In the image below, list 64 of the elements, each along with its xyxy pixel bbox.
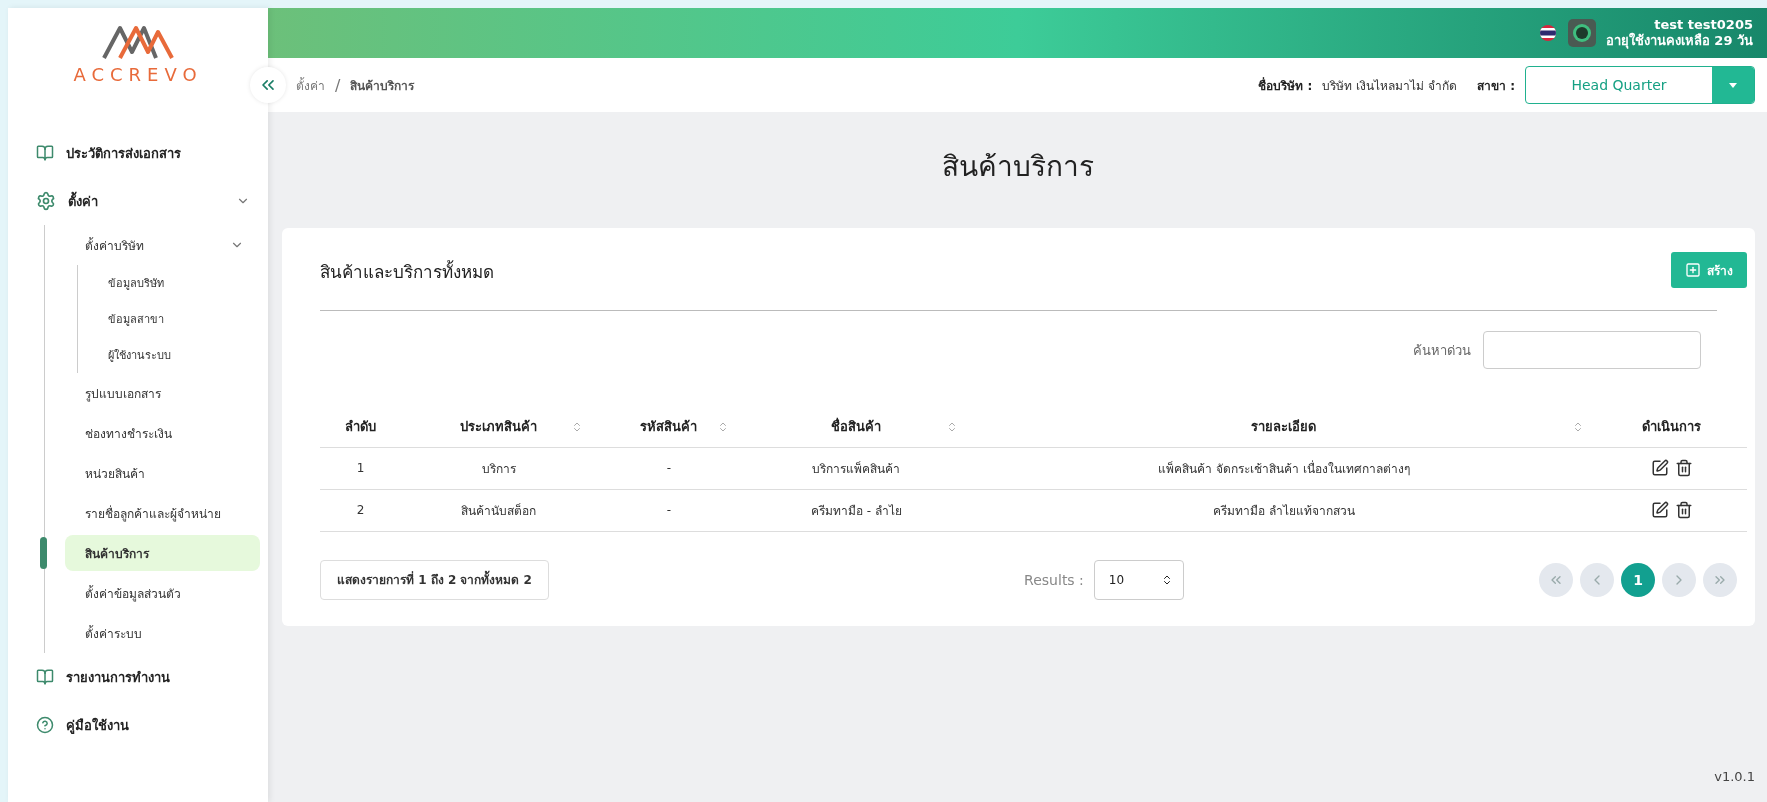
column-header: ดำเนินการ xyxy=(1596,407,1747,447)
delete-icon[interactable] xyxy=(1674,501,1693,519)
sidebar-item[interactable]: รายงานการทำงาน xyxy=(8,653,268,701)
sidebar-subitem[interactable]: ข้อมูลสาขา xyxy=(78,301,268,337)
table-cell: 2 xyxy=(320,489,402,531)
pagination-button[interactable] xyxy=(1580,562,1614,597)
search-label: ค้นหาด่วน xyxy=(1413,341,1471,360)
book-icon xyxy=(36,144,54,162)
table-cell: แพ็คสินค้า จัดกระเช้าสินค้า เนื่องในเทศกาลต่างๆ xyxy=(971,447,1597,489)
table-cell: - xyxy=(596,447,742,489)
table-cell: บริการ xyxy=(401,447,597,489)
table-cell: ครีมทามือ ลำไยแท้จากสวน xyxy=(971,489,1597,531)
book-icon xyxy=(36,668,54,686)
version-text: v1.0.1 xyxy=(1713,769,1756,786)
delete-icon[interactable] xyxy=(1674,459,1693,477)
column-header[interactable]: ประเภทสินค้า xyxy=(401,407,597,447)
breadcrumb-link[interactable]: ตั้งค่า xyxy=(296,75,325,95)
caret-icon xyxy=(1729,82,1737,88)
page-title: สินค้าบริการ xyxy=(940,149,1095,185)
pagination-button[interactable] xyxy=(1703,562,1737,597)
sidebar-item[interactable]: ตั้งค่า xyxy=(8,177,268,225)
sidebar-subitem[interactable]: ตั้งค่าข้อมูลส่วนตัว xyxy=(65,575,260,611)
coin-icon xyxy=(1567,19,1596,47)
sidebar-subitem[interactable]: ช่องทางชำระเงิน xyxy=(65,415,260,451)
sidebar-subitem[interactable]: ผู้ใช้งานระบบ xyxy=(78,337,268,373)
edit-icon[interactable] xyxy=(1650,501,1669,519)
results-select[interactable]: 10 xyxy=(1093,559,1184,600)
user-name: test test0205 xyxy=(1654,17,1753,32)
plus-square-icon xyxy=(1685,262,1701,278)
company-label: ชื่อบริษัท : xyxy=(1258,76,1313,95)
results-label: Results : xyxy=(1024,571,1084,588)
sidebar-subitem[interactable]: ข้อมูลบริษัท xyxy=(78,265,268,301)
card-title: สินค้าและบริการทั้งหมด xyxy=(320,259,494,284)
breadcrumb-separator: / xyxy=(335,75,341,95)
table-cell: ครีมทามือ - ลำไย xyxy=(741,489,971,531)
pagination-button[interactable] xyxy=(1539,562,1573,597)
column-header: ลำดับ xyxy=(320,407,402,447)
sidebar-subitem[interactable]: ตั้งค่าระบบ xyxy=(65,615,260,651)
settings-icon xyxy=(36,191,56,211)
selection-bar xyxy=(40,537,47,569)
sidebar-subitem[interactable]: รูปแบบเอกสาร xyxy=(65,375,260,411)
table-cell: บริการแพ็คสินค้า xyxy=(741,447,971,489)
sidebar-subitem[interactable]: รายชื่อลูกค้าและผู้จำหน่าย xyxy=(65,495,260,531)
column-header[interactable]: ชื่อสินค้า xyxy=(741,407,971,447)
column-header[interactable]: รหัสสินค้า xyxy=(596,407,742,447)
branch-label: สาขา : xyxy=(1477,77,1515,95)
sidebar-item[interactable]: ประวัติการส่งเอกสาร xyxy=(8,129,268,177)
breadcrumb-link[interactable]: สินค้าบริการ xyxy=(350,75,415,95)
column-header[interactable]: รายละเอียด xyxy=(971,407,1597,447)
pagination-button[interactable] xyxy=(1662,562,1696,597)
edit-icon[interactable] xyxy=(1650,459,1669,477)
help-icon xyxy=(36,716,54,734)
sidebar-subitem[interactable]: ตั้งค่าบริษัท xyxy=(65,227,260,263)
collapse-button[interactable] xyxy=(250,67,286,103)
logo-text: ACCREVO xyxy=(73,64,203,85)
sidebar-item[interactable]: คู่มือใช้งาน xyxy=(8,701,268,749)
table-cell: - xyxy=(596,489,742,531)
table-cell: 1 xyxy=(320,447,402,489)
table-cell: สินค้านับสต็อก xyxy=(401,489,597,531)
remaining-days: อายุใช้งานคงเหลือ 29 วัน xyxy=(1605,33,1753,49)
sidebar-subitem[interactable]: หน่วยสินค้า xyxy=(65,455,260,491)
company-name: บริษัท เงินไหลมาไม่ จำกัด xyxy=(1322,77,1457,95)
records-summary: แสดงรายการที่ 1 ถึง 2 จากทั้งหมด 2 xyxy=(320,559,549,600)
search-field[interactable] xyxy=(1483,331,1701,369)
